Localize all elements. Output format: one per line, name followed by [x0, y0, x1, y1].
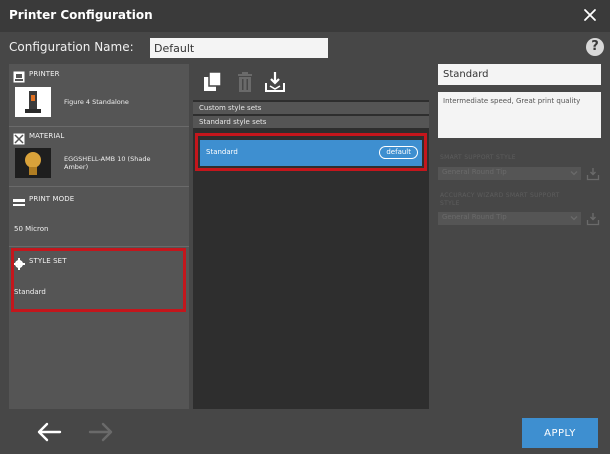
- standard-style-sets-group[interactable]: Standard style sets: [193, 116, 429, 128]
- forward-button[interactable]: [88, 420, 114, 444]
- help-icon[interactable]: ?: [586, 38, 604, 56]
- printer-name: Figure 4 Standalone: [64, 98, 129, 106]
- print-mode-section-header: PRINT MODE: [13, 192, 74, 206]
- accuracy-wizard-label-line1: ACCURACY WIZARD SMART SUPPORT: [440, 192, 560, 199]
- accuracy-wizard-style-value: General Round Tip: [442, 213, 507, 221]
- save-download-icon: [586, 213, 600, 226]
- material-image[interactable]: [15, 148, 51, 178]
- configuration-name-label: Configuration Name:: [9, 40, 134, 54]
- style-set-name-input[interactable]: [438, 64, 601, 85]
- divider: [9, 246, 189, 247]
- configuration-name-input[interactable]: [150, 38, 328, 58]
- arrow-right-icon: [88, 422, 113, 442]
- print-mode-value[interactable]: 50 Micron: [14, 225, 48, 233]
- accuracy-wizard-style-select[interactable]: General Round Tip: [438, 212, 581, 225]
- dialog-title: Printer Configuration: [9, 8, 153, 22]
- save-style-set-button[interactable]: [263, 70, 287, 94]
- close-button[interactable]: [580, 5, 600, 25]
- back-button[interactable]: [36, 420, 62, 444]
- delete-button[interactable]: [233, 70, 257, 94]
- style-set-details-panel: Intermediate speed, Great print quality …: [433, 64, 610, 409]
- style-sets-panel: Custom style sets Standard style sets: [193, 64, 429, 409]
- material-name: EGGSHELL-AMB 10 (Shade Amber): [64, 155, 150, 171]
- material-icon: [13, 130, 25, 145]
- accuracy-wizard-save-button[interactable]: [586, 211, 600, 226]
- apply-button[interactable]: APPLY: [522, 418, 598, 448]
- material-heading: MATERIAL: [29, 132, 65, 140]
- print-mode-icon: [13, 193, 25, 206]
- custom-style-sets-group[interactable]: Custom style sets: [193, 102, 429, 114]
- material-name-line2: Amber): [64, 163, 89, 171]
- configuration-name-row: Configuration Name: ?: [0, 35, 610, 61]
- style-set-description[interactable]: Intermediate speed, Great print quality: [438, 92, 601, 138]
- style-set-highlight: [11, 248, 186, 312]
- footer-bar: APPLY: [0, 410, 610, 454]
- duplicate-icon: [204, 71, 222, 91]
- printer-heading: PRINTER: [29, 70, 60, 78]
- printer-configuration-dialog: Printer Configuration Configuration Name…: [0, 0, 610, 454]
- printer-section-header: PRINTER: [13, 67, 60, 83]
- settings-summary-panel: PRINTER Figure 4 Standalone MATERIAL EGG…: [9, 64, 189, 409]
- chevron-down-icon: [570, 216, 578, 221]
- divider: [9, 186, 189, 187]
- chevron-down-icon: [570, 171, 578, 176]
- save-download-icon: [586, 168, 600, 181]
- standard-style-set-highlight: [195, 133, 427, 171]
- close-icon: [584, 9, 596, 21]
- printer-image[interactable]: [15, 87, 51, 117]
- smart-support-style-label: SMART SUPPORT STYLE: [440, 154, 516, 161]
- save-download-icon: [265, 72, 285, 92]
- trash-icon: [238, 72, 252, 92]
- accuracy-wizard-label: ACCURACY WIZARD SMART SUPPORT STYLE: [440, 192, 560, 208]
- style-set-toolbar: [193, 64, 429, 100]
- material-name-line1: EGGSHELL-AMB 10 (Shade: [64, 155, 151, 163]
- smart-support-style-select[interactable]: General Round Tip: [438, 167, 581, 180]
- accuracy-wizard-label-line2: STYLE: [440, 200, 460, 207]
- smart-support-save-button[interactable]: [586, 166, 600, 181]
- material-section-header: MATERIAL: [13, 129, 65, 145]
- divider: [9, 126, 189, 127]
- duplicate-button[interactable]: [201, 70, 225, 94]
- print-mode-heading: PRINT MODE: [29, 195, 75, 203]
- smart-support-style-value: General Round Tip: [442, 168, 507, 176]
- arrow-left-icon: [37, 422, 62, 442]
- title-bar: Printer Configuration: [0, 0, 610, 32]
- printer-icon: [13, 68, 25, 83]
